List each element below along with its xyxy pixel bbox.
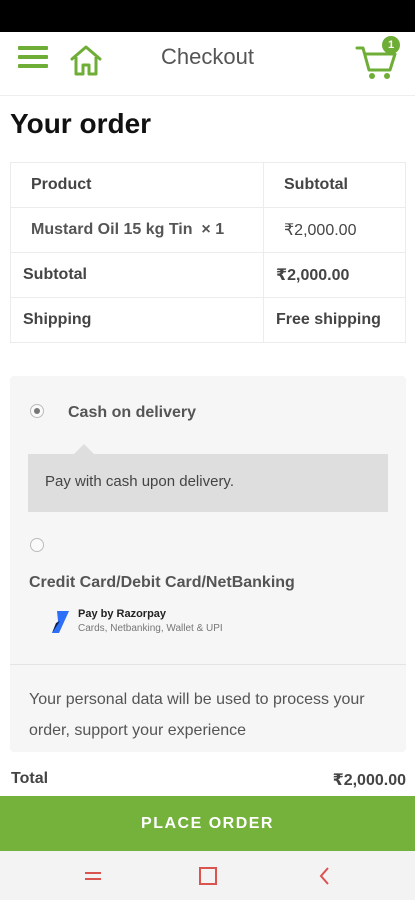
shipping-value: Free shipping (263, 297, 406, 343)
razorpay-badge: Pay by Razorpay Cards, Netbanking, Walle… (48, 606, 288, 638)
page-title: Checkout (161, 44, 254, 69)
divider (10, 664, 406, 665)
subtotal-label: Subtotal (10, 252, 264, 298)
product-subtotal: ₹2,000.00 (263, 207, 406, 253)
razorpay-title: Pay by Razorpay (78, 608, 167, 620)
card-payment-label[interactable]: Credit Card/Debit Card/NetBanking (29, 574, 295, 592)
payment-methods: Cash on delivery Pay with cash upon deli… (10, 376, 406, 752)
total-bar: Total ₹2,000.00 (0, 752, 415, 796)
column-header-product: Product (10, 162, 264, 208)
back-icon[interactable] (314, 865, 336, 887)
total-value: ₹2,000.00 (332, 772, 406, 789)
subtotal-row: Subtotal ₹2,000.00 (10, 252, 406, 298)
privacy-notice: Your personal data will be used to proce… (29, 691, 365, 739)
card-payment-radio[interactable] (30, 538, 44, 552)
product-quantity: × 1 (201, 221, 225, 238)
total-label: Total (11, 770, 49, 787)
order-heading: Your order (10, 108, 152, 139)
home-button-icon[interactable] (197, 865, 219, 887)
cart-count-badge: 1 (382, 36, 400, 54)
order-table: Product Subtotal Mustard Oil 15 kg Tin ×… (10, 162, 406, 343)
status-bar (0, 0, 415, 32)
subtotal-value: ₹2,000.00 (263, 252, 406, 298)
product-cell: Mustard Oil 15 kg Tin × 1 (10, 207, 264, 253)
product-name: Mustard Oil 15 kg Tin (31, 221, 193, 238)
razorpay-subtitle: Cards, Netbanking, Wallet & UPI (78, 623, 223, 634)
razorpay-logo-icon (52, 611, 69, 633)
cash-on-delivery-description: Pay with cash upon delivery. (28, 444, 388, 512)
column-header-subtotal: Subtotal (263, 162, 406, 208)
place-order-button[interactable]: PLACE ORDER (0, 796, 415, 851)
table-header-row: Product Subtotal (10, 162, 406, 208)
cash-on-delivery-radio[interactable] (30, 404, 44, 418)
table-row: Mustard Oil 15 kg Tin × 1 ₹2,000.00 (10, 207, 406, 253)
shipping-row: Shipping Free shipping (10, 297, 406, 343)
recent-apps-icon[interactable] (82, 865, 104, 887)
system-navigation-bar (0, 851, 415, 900)
shipping-label: Shipping (10, 297, 264, 343)
cash-on-delivery-label[interactable]: Cash on delivery (68, 404, 196, 422)
app-bar: Checkout 1 (0, 32, 415, 96)
